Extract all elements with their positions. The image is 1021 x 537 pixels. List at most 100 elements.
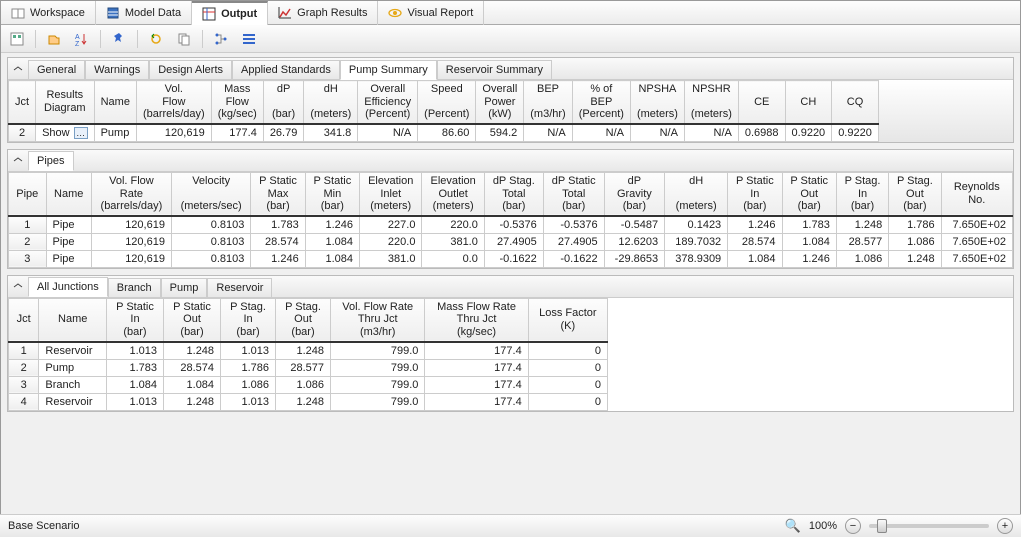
col-npshr[interactable]: NPSHR(meters) bbox=[684, 81, 738, 124]
cell-ch: 0.9220 bbox=[785, 124, 832, 142]
col-name[interactable]: Name bbox=[39, 298, 107, 341]
panel-tab-applied-standards[interactable]: Applied Standards bbox=[232, 60, 340, 79]
tab-graph-results[interactable]: Graph Results bbox=[268, 1, 378, 25]
cell-jct: 2 bbox=[9, 124, 36, 142]
col-speed[interactable]: Speed(Percent) bbox=[418, 81, 476, 124]
cell-npshr: N/A bbox=[684, 124, 738, 142]
table-row[interactable]: 3Pipe120,6190.81031.2461.084381.00.0-0.1… bbox=[9, 250, 1013, 267]
col-dH[interactable]: dH(meters) bbox=[665, 172, 728, 215]
col-psMax[interactable]: P StaticMax(bar) bbox=[251, 172, 305, 215]
col-dpGrav[interactable]: dPGravity(bar) bbox=[604, 172, 664, 215]
table-row[interactable]: 1Pipe120,6190.81031.7831.246227.0220.0-0… bbox=[9, 216, 1013, 234]
pin-button[interactable] bbox=[109, 29, 129, 49]
panel-tab-warnings[interactable]: Warnings bbox=[85, 60, 149, 79]
col-psIn[interactable]: P StaticIn(bar) bbox=[106, 298, 163, 341]
zoom-in-button[interactable]: + bbox=[997, 518, 1013, 534]
col-pipe[interactable]: Pipe bbox=[9, 172, 47, 215]
col-psOut[interactable]: P StaticOut(bar) bbox=[164, 298, 221, 341]
col-dH[interactable]: dH(meters) bbox=[304, 81, 358, 124]
sort-button[interactable]: AZ bbox=[72, 29, 92, 49]
col-overallEff[interactable]: OverallEfficiency(Percent) bbox=[358, 81, 418, 124]
tab-label: Workspace bbox=[30, 7, 85, 19]
col-pstagOut[interactable]: P Stag.Out(bar) bbox=[889, 172, 941, 215]
col-results[interactable]: ResultsDiagram bbox=[36, 81, 95, 124]
panel-tab-pump[interactable]: Pump bbox=[161, 278, 208, 297]
panel-tab-design-alerts[interactable]: Design Alerts bbox=[149, 60, 232, 79]
col-name[interactable]: Name bbox=[94, 81, 136, 124]
col-pctBep[interactable]: % ofBEP(Percent) bbox=[572, 81, 630, 124]
col-volFlow[interactable]: Vol. FlowRate(barrels/day) bbox=[91, 172, 171, 215]
collapse-pipes-button[interactable] bbox=[8, 153, 28, 167]
col-volFlow[interactable]: Vol.Flow(barrels/day) bbox=[136, 81, 211, 124]
cell-name: Pump bbox=[94, 124, 136, 142]
panel-tab-pump-summary[interactable]: Pump Summary bbox=[340, 60, 437, 80]
col-jct[interactable]: Jct bbox=[9, 81, 36, 124]
svg-text:Z: Z bbox=[75, 41, 80, 47]
cell-npsha: N/A bbox=[630, 124, 684, 142]
tree-button[interactable] bbox=[211, 29, 231, 49]
cell-results: Show … bbox=[36, 124, 95, 142]
tab-output[interactable]: Output bbox=[192, 1, 268, 25]
col-pstagOut[interactable]: P Stag.Out(bar) bbox=[276, 298, 331, 341]
preferences-button[interactable] bbox=[7, 29, 27, 49]
panel-tab-all-junctions[interactable]: All Junctions bbox=[28, 277, 108, 297]
col-elevIn[interactable]: ElevationInlet(meters) bbox=[360, 172, 422, 215]
col-psOut[interactable]: P StaticOut(bar) bbox=[782, 172, 836, 215]
zoom-out-button[interactable]: − bbox=[845, 518, 861, 534]
col-dP[interactable]: dP(bar) bbox=[263, 81, 304, 124]
col-volFlow[interactable]: Vol. Flow RateThru Jct(m3/hr) bbox=[331, 298, 425, 341]
cell-overallPower: 594.2 bbox=[476, 124, 524, 142]
col-loss[interactable]: Loss Factor(K) bbox=[528, 298, 607, 341]
col-reynolds[interactable]: ReynoldsNo. bbox=[941, 172, 1012, 215]
magnifier-icon[interactable]: 🔍 bbox=[785, 518, 801, 534]
panel-tab-reservoir[interactable]: Reservoir bbox=[207, 278, 272, 297]
col-cq[interactable]: CQ bbox=[832, 81, 879, 124]
tab-workspace[interactable]: Workspace bbox=[1, 1, 96, 25]
table-row[interactable]: 2Pipe120,6190.810328.5741.084220.0381.02… bbox=[9, 233, 1013, 250]
col-velocity[interactable]: Velocity(meters/sec) bbox=[171, 172, 250, 215]
output-icon bbox=[202, 7, 216, 21]
col-ch[interactable]: CH bbox=[785, 81, 832, 124]
tab-label: Visual Report bbox=[407, 7, 473, 19]
zoom-thumb[interactable] bbox=[877, 519, 887, 533]
col-elevOut[interactable]: ElevationOutlet(meters) bbox=[422, 172, 484, 215]
collapse-junctions-button[interactable] bbox=[8, 279, 28, 293]
tab-visual-report[interactable]: Visual Report bbox=[378, 1, 484, 25]
load-button[interactable] bbox=[44, 29, 64, 49]
col-dpStag[interactable]: dP Stag.Total(bar) bbox=[484, 172, 543, 215]
table-row[interactable]: 4Reservoir1.0131.2481.0131.248799.0177.4… bbox=[9, 393, 608, 410]
tab-model-data[interactable]: Model Data bbox=[96, 1, 192, 25]
table-row[interactable]: 3Branch1.0841.0841.0861.086799.0177.40 bbox=[9, 376, 608, 393]
col-dpStatic[interactable]: dP StaticTotal(bar) bbox=[543, 172, 604, 215]
show-diagram-button[interactable]: … bbox=[74, 127, 88, 139]
col-pstagIn[interactable]: P Stag.In(bar) bbox=[221, 298, 276, 341]
col-ce[interactable]: CE bbox=[738, 81, 785, 124]
cell-speed: 86.60 bbox=[418, 124, 476, 142]
col-psMin[interactable]: P StaticMin(bar) bbox=[305, 172, 359, 215]
table-row[interactable]: 1Reservoir1.0131.2481.0131.248799.0177.4… bbox=[9, 342, 608, 360]
col-name[interactable]: Name bbox=[46, 172, 91, 215]
junctions-table: JctNameP StaticIn(bar)P StaticOut(bar)P … bbox=[8, 298, 608, 411]
zoom-slider[interactable] bbox=[869, 524, 989, 528]
col-massFlow[interactable]: Mass Flow RateThru Jct(kg/sec) bbox=[425, 298, 528, 341]
pipes-panel: Pipes PipeNameVol. FlowRate(barrels/day)… bbox=[7, 149, 1014, 269]
col-pstagIn[interactable]: P Stag.In(bar) bbox=[836, 172, 888, 215]
status-bar: Base Scenario 🔍 100% − + bbox=[0, 514, 1021, 537]
panel-tab-pipes[interactable]: Pipes bbox=[28, 151, 74, 171]
col-overallPower[interactable]: OverallPower(kW) bbox=[476, 81, 524, 124]
panel-tab-reservoir-summary[interactable]: Reservoir Summary bbox=[437, 60, 552, 79]
col-massFlow[interactable]: MassFlow(kg/sec) bbox=[211, 81, 263, 124]
refresh-button[interactable] bbox=[146, 29, 166, 49]
col-jct[interactable]: Jct bbox=[9, 298, 39, 341]
col-psIn[interactable]: P StaticIn(bar) bbox=[728, 172, 782, 215]
table-row[interactable]: 2Pump1.78328.5741.78628.577799.0177.40 bbox=[9, 359, 608, 376]
col-bep[interactable]: BEP(m3/hr) bbox=[524, 81, 572, 124]
cell-cq: 0.9220 bbox=[832, 124, 879, 142]
panel-tab-general[interactable]: General bbox=[28, 60, 85, 79]
copy-button[interactable] bbox=[174, 29, 194, 49]
panel-tab-branch[interactable]: Branch bbox=[108, 278, 161, 297]
cell-dH: 341.8 bbox=[304, 124, 358, 142]
collapse-summary-button[interactable] bbox=[8, 62, 28, 76]
list-button[interactable] bbox=[239, 29, 259, 49]
col-npsha[interactable]: NPSHA(meters) bbox=[630, 81, 684, 124]
